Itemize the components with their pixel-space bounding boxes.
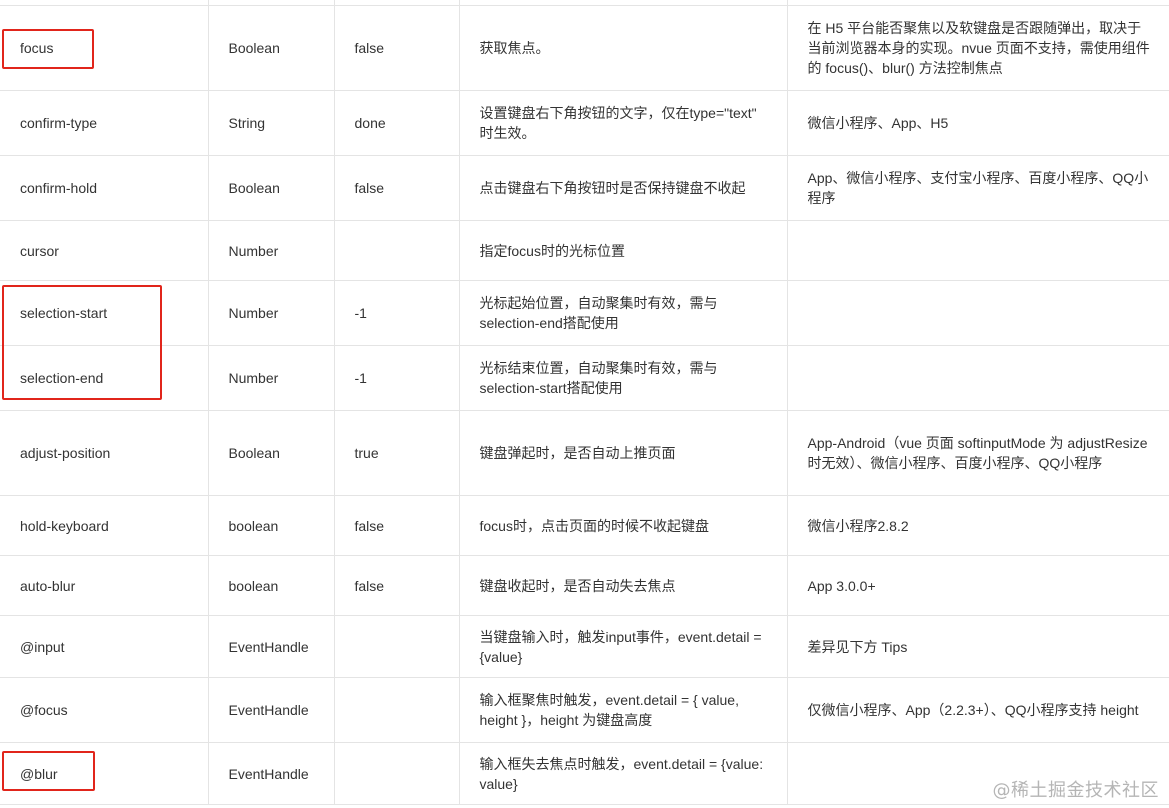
cell-default: [333, 742, 459, 805]
cell-type: Number: [207, 220, 334, 281]
cell-desc: 设置键盘右下角按钮的文字，仅在type="text" 时生效。: [458, 90, 787, 156]
cell-name: @blur: [0, 742, 208, 805]
table-row: @focus EventHandle 输入框聚焦时触发，event.detail =…: [0, 677, 1169, 743]
cell-default: [333, 615, 459, 678]
cell-name: auto-blur: [0, 555, 208, 616]
attribute-table-body: focus Boolean false 获取焦点。在 H5 平台能否聚焦以及软键盘是否…: [0, 5, 1169, 805]
cell-platform: App、微信小程序、支付宝小程序、百度小程序、QQ小程序: [786, 155, 1169, 221]
cell-platform: 仅微信小程序、App（2.2.3+）、QQ小程序支持 height: [786, 677, 1169, 743]
cell-name: adjust-position: [0, 410, 208, 496]
table-row: hold-keyboard boolean false focus时，点击页面的时候不…: [0, 495, 1169, 556]
cell-default: done: [333, 90, 459, 156]
table-row: selection-end Number -1 光标结束位置，自动聚集时有效，需与se…: [0, 345, 1169, 411]
cell-desc: 获取焦点。: [458, 5, 787, 91]
cell-desc: 输入框失去焦点时触发，event.detail = {value: value}: [458, 742, 787, 805]
table-row: confirm-hold Boolean false 点击键盘右下角按钮时是否保持键盘…: [0, 155, 1169, 221]
cell-platform: [786, 220, 1169, 281]
table-row: auto-blur boolean false 键盘收起时，是否自动失去焦点 App 3…: [0, 555, 1169, 616]
cell-type: Boolean: [207, 410, 334, 496]
cell-desc: 当键盘输入时，触发input事件，event.detail = {value}: [458, 615, 787, 678]
cell-default: false: [333, 155, 459, 221]
cell-platform: App 3.0.0+: [786, 555, 1169, 616]
cell-name: selection-end: [0, 345, 208, 411]
cell-default: [333, 677, 459, 743]
table-row: adjust-position Boolean true 键盘弹起时，是否自动上推页面…: [0, 410, 1169, 496]
cell-type: EventHandle: [207, 677, 334, 743]
cell-platform: 在 H5 平台能否聚焦以及软键盘是否跟随弹出，取决于当前浏览器本身的实现。nvu…: [786, 5, 1169, 91]
cell-name: focus: [0, 5, 208, 91]
cell-default: false: [333, 495, 459, 556]
cell-desc: 光标起始位置，自动聚集时有效，需与selection-end搭配使用: [458, 280, 787, 346]
cell-type: boolean: [207, 495, 334, 556]
cell-desc: 光标结束位置，自动聚集时有效，需与selection-start搭配使用: [458, 345, 787, 411]
cell-name: confirm-hold: [0, 155, 208, 221]
cell-type: Number: [207, 280, 334, 346]
cell-platform: App-Android（vue 页面 softinputMode 为 adjus…: [786, 410, 1169, 496]
cell-desc: 输入框聚焦时触发，event.detail = { value, height …: [458, 677, 787, 743]
table-row: confirm-type String done 设置键盘右下角按钮的文字，仅在typ…: [0, 90, 1169, 156]
cell-type: String: [207, 90, 334, 156]
table-row: @input EventHandle 当键盘输入时，触发input事件，event.…: [0, 615, 1169, 678]
watermark: @稀土掘金技术社区: [992, 780, 1159, 801]
cell-desc: 点击键盘右下角按钮时是否保持键盘不收起: [458, 155, 787, 221]
cell-type: Boolean: [207, 155, 334, 221]
attribute-table: focus Boolean false 获取焦点。在 H5 平台能否聚焦以及软键盘是否…: [0, 5, 1169, 805]
cell-platform: 微信小程序2.8.2: [786, 495, 1169, 556]
cell-type: EventHandle: [207, 742, 334, 805]
cell-default: false: [333, 555, 459, 616]
cell-default: -1: [333, 280, 459, 346]
cell-platform: 差异见下方 Tips: [786, 615, 1169, 678]
cell-default: true: [333, 410, 459, 496]
cell-desc: focus时，点击页面的时候不收起键盘: [458, 495, 787, 556]
table-row: selection-start Number -1 光标起始位置，自动聚集时有效，需与…: [0, 280, 1169, 346]
cell-name: selection-start: [0, 280, 208, 346]
cell-type: Boolean: [207, 5, 334, 91]
table-row: focus Boolean false 获取焦点。在 H5 平台能否聚焦以及软键盘是否…: [0, 5, 1169, 91]
cell-type: EventHandle: [207, 615, 334, 678]
cell-name: @focus: [0, 677, 208, 743]
cell-type: boolean: [207, 555, 334, 616]
cell-default: [333, 220, 459, 281]
cell-default: -1: [333, 345, 459, 411]
cell-platform: [786, 345, 1169, 411]
cell-name: cursor: [0, 220, 208, 281]
cell-type: Number: [207, 345, 334, 411]
cell-name: @input: [0, 615, 208, 678]
cell-name: confirm-type: [0, 90, 208, 156]
cell-desc: 键盘弹起时，是否自动上推页面: [458, 410, 787, 496]
table-row: cursor Number 指定focus时的光标位置: [0, 220, 1169, 281]
cell-default: false: [333, 5, 459, 91]
cell-platform: 微信小程序、App、H5: [786, 90, 1169, 156]
cell-desc: 指定focus时的光标位置: [458, 220, 787, 281]
cell-desc: 键盘收起时，是否自动失去焦点: [458, 555, 787, 616]
cell-platform: [786, 280, 1169, 346]
cell-name: hold-keyboard: [0, 495, 208, 556]
